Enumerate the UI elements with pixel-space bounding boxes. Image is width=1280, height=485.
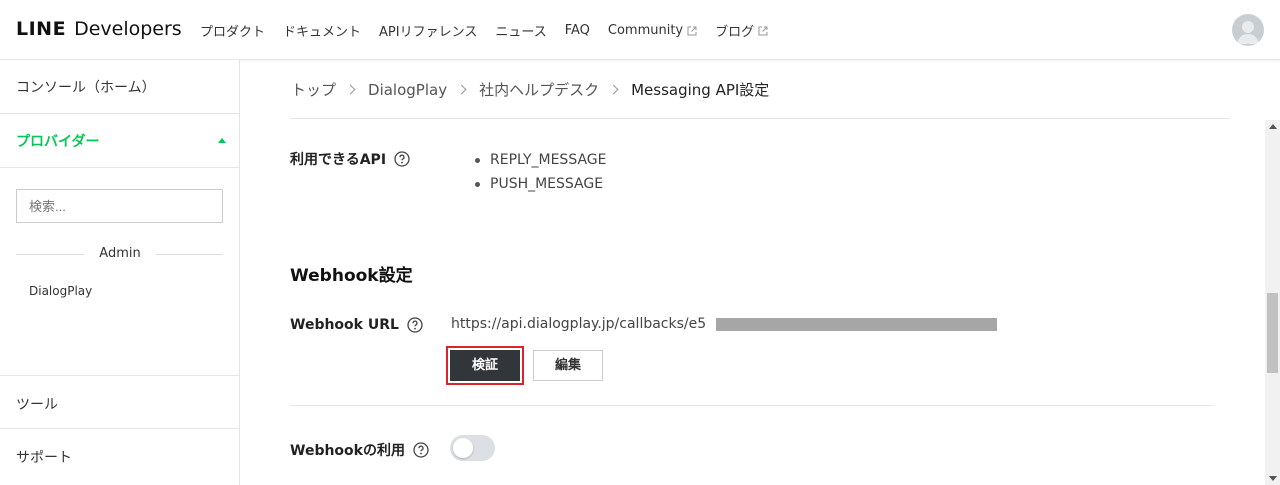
breadcrumb-channel[interactable]: 社内ヘルプデスク [479,79,599,100]
top-header: LINE Developers プロダクト ドキュメント APIリファレンス ニュ… [0,0,1280,60]
chevron-right-icon [345,84,356,95]
sidebar: コンソール（ホーム） プロバイダー Admin DialogPlay ツール サ… [0,60,240,485]
nav-api-reference[interactable]: APIリファレンス [379,21,477,40]
scroll-down-arrow-icon[interactable] [1269,476,1277,481]
provider-item-dialogplay[interactable]: DialogPlay [29,284,92,298]
available-api-label-text: 利用できるAPI [290,152,387,168]
sidebar-item-label: ツール [16,397,58,413]
scrollbar-thumb[interactable] [1267,293,1278,373]
webhook-section-title: Webhook設定 [290,266,413,286]
nav-documents[interactable]: ドキュメント [283,21,361,40]
external-link-icon [687,26,697,35]
sidebar-item-provider[interactable]: プロバイダー [0,114,239,168]
divider [290,118,1230,119]
divider [156,254,223,255]
nav-blog-label: ブログ [715,25,755,40]
admin-separator: Admin [16,246,223,262]
sidebar-item-console[interactable]: コンソール（ホーム） [0,60,239,114]
chevron-right-icon [456,84,467,95]
global-nav: プロダクト ドキュメント APIリファレンス ニュース FAQ Communit… [200,21,786,40]
provider-search-input[interactable] [16,189,223,223]
help-icon[interactable] [394,151,410,167]
sidebar-item-label: プロバイダー [16,134,100,150]
chevron-right-icon [608,84,619,95]
available-api-list: REPLY_MESSAGE PUSH_MESSAGE [475,148,607,196]
webhook-use-label-text: Webhookの利用 [290,443,405,459]
nav-blog[interactable]: ブログ [715,21,768,40]
avatar-silhouette-icon [1237,21,1259,44]
sidebar-item-tool[interactable]: ツール [0,375,239,429]
divider [16,254,84,255]
caret-up-icon [218,138,226,143]
toggle-knob [453,438,473,458]
scroll-up-arrow-icon[interactable] [1269,124,1277,129]
redacted-url-block [716,318,997,331]
divider [290,405,1213,406]
help-icon[interactable] [407,317,423,333]
help-icon[interactable] [413,442,429,458]
logo-line-text: LINE [16,18,67,40]
nav-community-label: Community [607,23,684,38]
main-content: トップ DialogPlay 社内ヘルプデスク Messaging API設定 … [241,60,1265,485]
nav-products[interactable]: プロダクト [200,21,265,40]
nav-news[interactable]: ニュース [495,21,546,40]
line-developers-logo[interactable]: LINE Developers [16,18,182,40]
logo-developers-text: Developers [74,18,182,40]
breadcrumb-current: Messaging API設定 [631,81,770,99]
breadcrumb: トップ DialogPlay 社内ヘルプデスク Messaging API設定 [291,79,769,100]
user-avatar[interactable] [1232,14,1264,46]
webhook-url-label-text: Webhook URL [290,317,399,333]
webhook-use-label: Webhookの利用 [290,440,429,460]
breadcrumb-top[interactable]: トップ [291,79,336,100]
list-item: PUSH_MESSAGE [475,172,607,196]
breadcrumb-provider[interactable]: DialogPlay [368,81,447,99]
admin-label: Admin [99,246,141,261]
verify-button-highlight: 検証 [446,346,524,385]
sidebar-item-label: サポート [16,450,72,466]
webhook-url-value: https://api.dialogplay.jp/callbacks/e5 [451,316,707,332]
nav-community[interactable]: Community [608,21,697,40]
external-link-icon [758,26,768,35]
edit-button[interactable]: 編集 [533,350,603,381]
verify-button[interactable]: 検証 [450,350,520,381]
nav-faq[interactable]: FAQ [565,21,590,40]
sidebar-item-support[interactable]: サポート [0,429,239,485]
sidebar-item-label: コンソール（ホーム） [16,80,156,96]
vertical-scrollbar[interactable] [1265,120,1280,485]
list-item: REPLY_MESSAGE [475,148,607,172]
webhook-url-label: Webhook URL [290,317,423,333]
available-api-label: 利用できるAPI [290,149,410,169]
webhook-use-toggle[interactable] [450,435,495,461]
